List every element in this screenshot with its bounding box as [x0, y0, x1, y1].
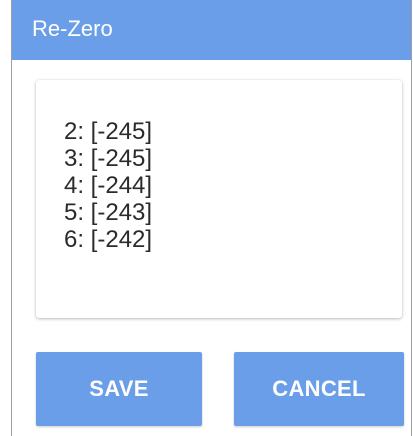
- dialog-title: Re-Zero: [32, 16, 113, 41]
- list-item: 3: [-245]: [64, 145, 153, 172]
- list-item: 2: [-245]: [64, 118, 153, 145]
- values-card: 2: [-245] 3: [-245] 4: [-244] 5: [-243] …: [36, 80, 402, 318]
- re-zero-dialog: Re-Zero 2: [-245] 3: [-245] 4: [-244] 5:…: [11, 0, 412, 436]
- list-item: 4: [-244]: [64, 172, 153, 199]
- list-item: 5: [-243]: [64, 199, 153, 226]
- cancel-button[interactable]: CANCEL: [234, 352, 404, 426]
- values-list: 2: [-245] 3: [-245] 4: [-244] 5: [-243] …: [64, 118, 152, 253]
- save-button[interactable]: SAVE: [36, 352, 202, 426]
- list-item: 6: [-242]: [64, 226, 153, 253]
- dialog-titlebar: Re-Zero: [12, 0, 411, 60]
